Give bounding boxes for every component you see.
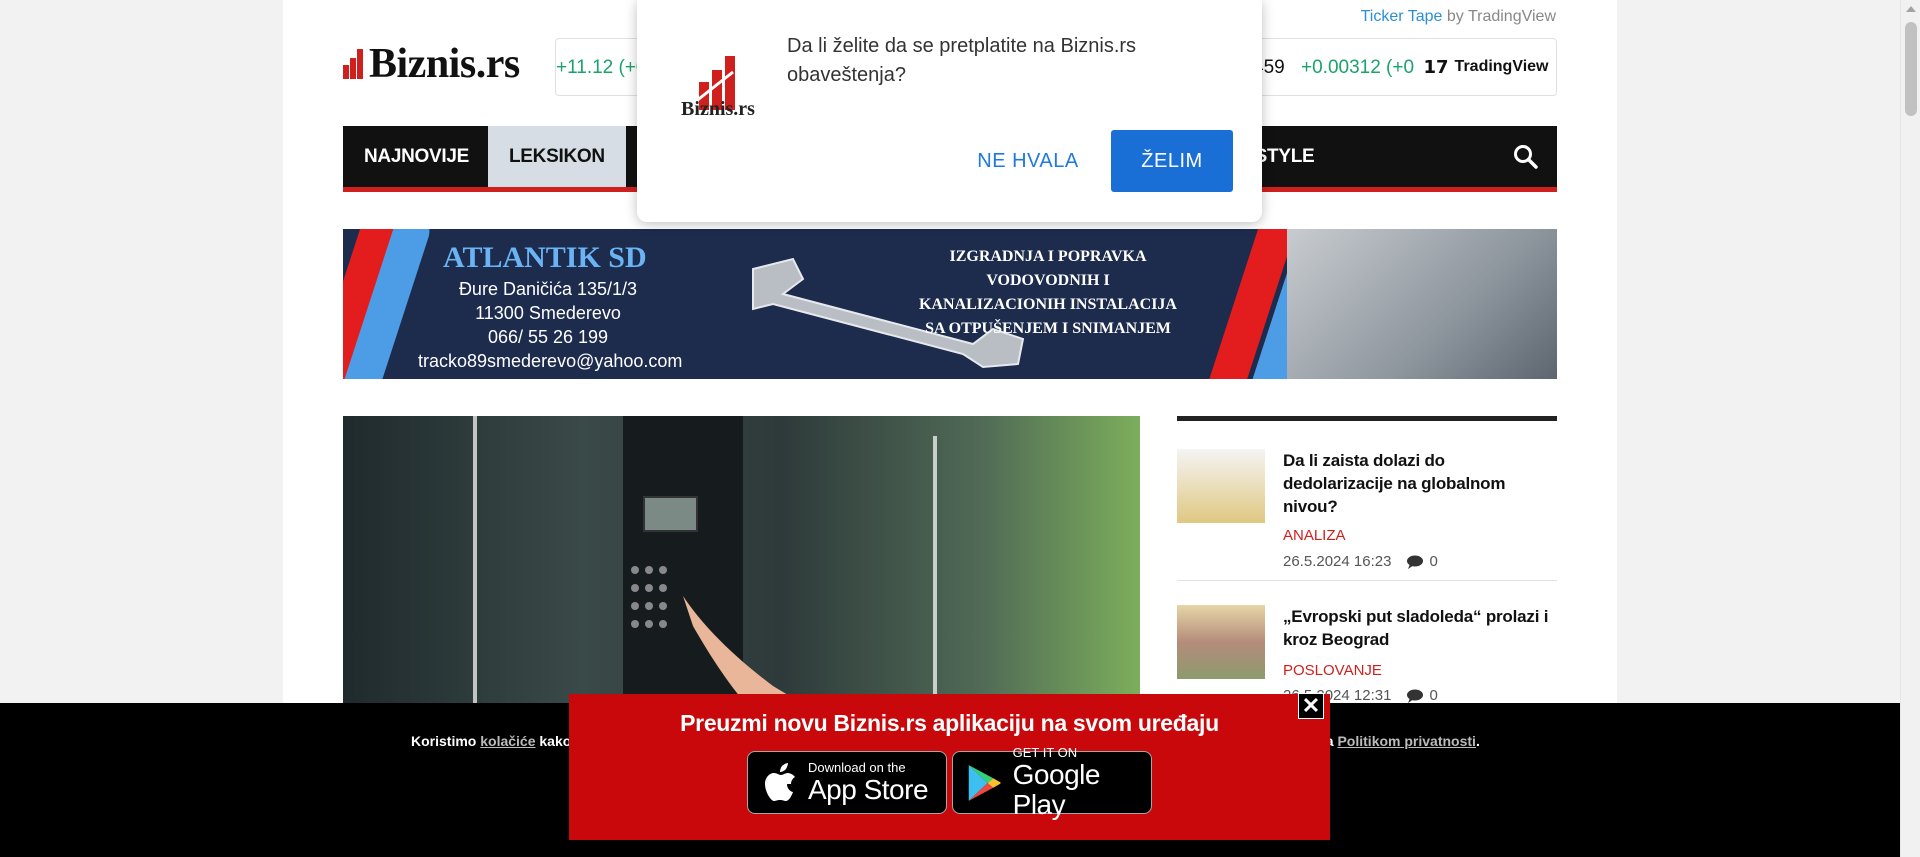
- app-store-button[interactable]: Download on the App Store: [747, 751, 947, 814]
- app-store-label: App Store: [808, 773, 929, 805]
- modal-question: Da li želite da se pretplatite na Biznis…: [787, 35, 1137, 86]
- article-date: 26.5.2024 16:23: [1283, 553, 1392, 570]
- ticker-credit-by[interactable]: by TradingView: [1447, 8, 1556, 25]
- sidebar-articles: Da li zaista dolazi do dedolarizacije na…: [1177, 416, 1557, 741]
- hero-image[interactable]: [343, 416, 1140, 716]
- article-title[interactable]: „Evropski put sladoleda“ prolazi i kroz …: [1283, 605, 1557, 651]
- scroll-up-icon[interactable]: [1906, 6, 1916, 12]
- accept-button[interactable]: ŽELIM: [1111, 130, 1233, 192]
- app-promo-banner: Preuzmi novu Biznis.rs aplikaciju na svo…: [569, 693, 1330, 840]
- ticker-change: +0.00312 (+0: [1301, 57, 1415, 78]
- cookie-text-start: Koristimo kolačiće kako: [411, 733, 572, 749]
- modal-logo-text: Biznis.rs: [681, 98, 755, 120]
- promo-title: Preuzmi novu Biznis.rs aplikaciju na svo…: [680, 710, 1219, 736]
- tradingview-label: TradingView: [1454, 58, 1549, 75]
- google-play-button[interactable]: GET IT ON Google Play: [952, 745, 1152, 819]
- ticker-value: +11.12 (+0: [556, 57, 647, 78]
- comments-count[interactable]: 0: [1407, 687, 1438, 704]
- list-item[interactable]: Da li zaista dolazi do dedolarizacije na…: [1177, 421, 1557, 581]
- ad-banner[interactable]: ATLANTIK SD Đure Daničića 135/1/3 11300 …: [343, 229, 1557, 379]
- cookies-link[interactable]: kolačiće: [480, 733, 535, 749]
- privacy-policy-link[interactable]: Politikom privatnosti: [1337, 733, 1475, 749]
- ad-address: Đure Daničića 135/1/3 11300 Smederevo 06…: [418, 279, 683, 371]
- decline-button[interactable]: NE HVALA: [955, 130, 1101, 192]
- nav-item-leksikon[interactable]: LEKSIKON: [488, 126, 626, 187]
- ad-photo: [1287, 229, 1557, 379]
- scrollbar-thumb[interactable]: [1905, 22, 1917, 116]
- keypad: [631, 566, 671, 686]
- app-store-small: Download on the: [808, 759, 906, 775]
- close-icon[interactable]: ✕: [1298, 693, 1324, 719]
- cookie-text-end: sa Politikom privatnosti.: [1318, 733, 1480, 749]
- apple-icon: [765, 762, 795, 801]
- google-play-label: Google Play: [1012, 758, 1101, 820]
- site-logo[interactable]: Biznis.rs: [343, 40, 520, 88]
- nav-item-najnovije[interactable]: NAJNOVIJE: [343, 126, 490, 187]
- tradingview-badge[interactable]: 𝟭𝟳 TradingView: [1416, 39, 1556, 95]
- site-name: Biznis.rs: [369, 41, 520, 87]
- ticker-tape-link[interactable]: Ticker Tape: [1361, 8, 1443, 25]
- article-category[interactable]: POSLOVANJE: [1283, 662, 1382, 679]
- article-thumbnail[interactable]: [1177, 605, 1265, 679]
- google-play-icon: [968, 764, 1001, 801]
- google-play-small: GET IT ON: [1012, 744, 1078, 760]
- article-thumbnail[interactable]: [1177, 449, 1265, 523]
- logo-bars-icon: [343, 49, 365, 79]
- comment-icon: [1407, 555, 1424, 569]
- ad-services: IZGRADNJA I POPRAVKA VODOVODNIH I KANALI…: [919, 248, 1177, 337]
- ad-company-name: ATLANTIK SD: [443, 241, 647, 274]
- comment-icon: [1407, 689, 1424, 703]
- search-icon[interactable]: [1513, 144, 1539, 170]
- ticker-credit: Ticker Tape by TradingView: [1361, 8, 1556, 26]
- article-meta: 26.5.2024 16:23 0: [1283, 553, 1438, 570]
- comments-count[interactable]: 0: [1407, 553, 1438, 570]
- tradingview-icon: 𝟭𝟳: [1423, 56, 1449, 77]
- notification-modal: Biznis.rs Da li želite da se pretplatite…: [637, 0, 1262, 222]
- scrollbar[interactable]: [1900, 0, 1920, 857]
- article-title[interactable]: Da li zaista dolazi do dedolarizacije na…: [1283, 449, 1557, 518]
- article-category[interactable]: ANALIZA: [1283, 527, 1346, 544]
